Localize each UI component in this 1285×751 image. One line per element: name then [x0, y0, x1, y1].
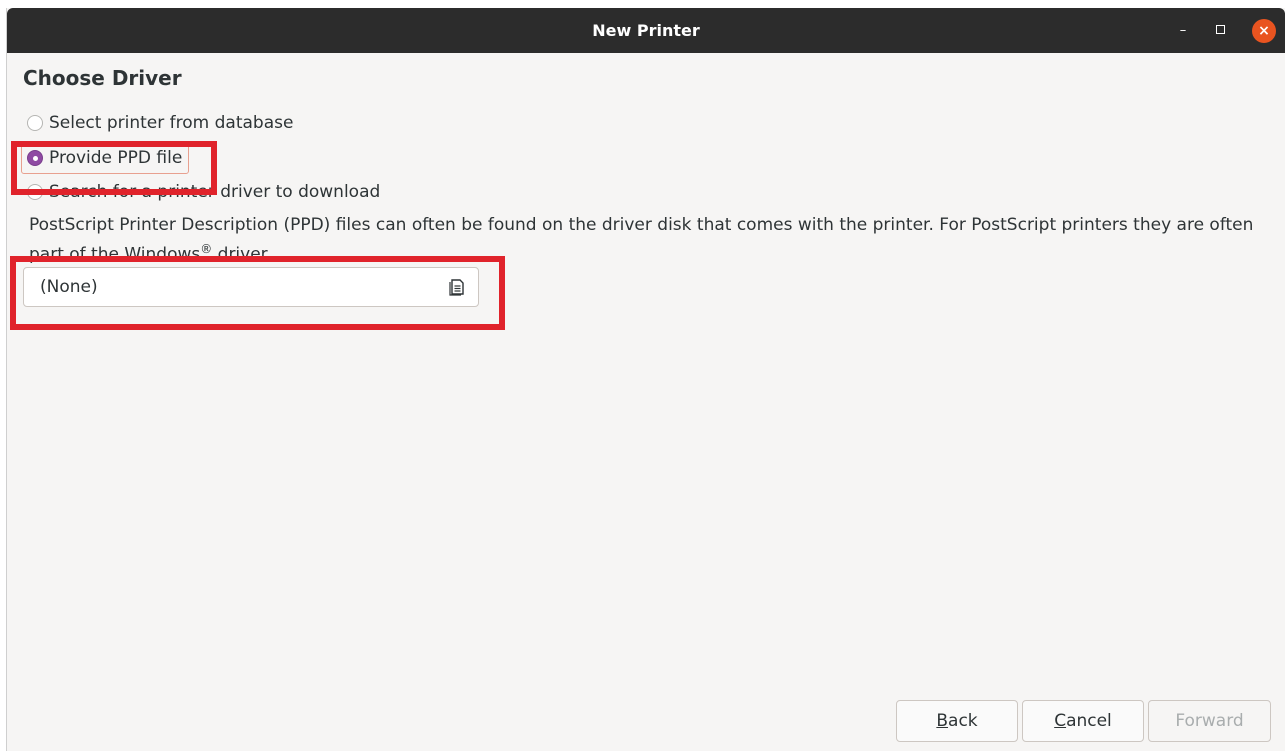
- new-printer-window: New Printer – × Choose Driver Select pri…: [6, 8, 1285, 751]
- back-label: ack: [948, 711, 978, 731]
- radio-checked-icon: [27, 150, 43, 166]
- document-icon: [449, 279, 464, 296]
- maximize-icon: [1215, 25, 1225, 34]
- window-title: New Printer: [592, 21, 700, 40]
- description-text-end: driver.: [212, 244, 272, 265]
- radio-provide-ppd-file[interactable]: Provide PPD file: [21, 142, 190, 174]
- back-mnemonic: B: [936, 711, 949, 731]
- radio-search-driver-download[interactable]: Search for a printer driver to download: [27, 180, 380, 204]
- close-button[interactable]: ×: [1252, 19, 1276, 43]
- radio-unchecked-icon: [27, 184, 43, 200]
- ppd-description: PostScript Printer Description (PPD) fil…: [29, 213, 1274, 267]
- cancel-mnemonic: C: [1054, 711, 1067, 731]
- forward-button[interactable]: Forward: [1148, 700, 1271, 742]
- radio-label: Select printer from database: [49, 113, 294, 133]
- radio-label: Provide PPD file: [49, 148, 183, 168]
- maximize-button[interactable]: [1208, 19, 1232, 43]
- cancel-button[interactable]: Cancel: [1022, 700, 1144, 742]
- cancel-label: ancel: [1066, 711, 1112, 731]
- close-icon: ×: [1258, 23, 1270, 39]
- page-title: Choose Driver: [23, 66, 182, 90]
- title-bar[interactable]: New Printer – ×: [7, 8, 1285, 53]
- forward-label: Forward: [1175, 711, 1244, 731]
- file-chooser-value: (None): [40, 277, 98, 297]
- back-button[interactable]: Back: [896, 700, 1018, 742]
- minimize-button[interactable]: –: [1171, 19, 1195, 43]
- radio-select-from-database[interactable]: Select printer from database: [27, 111, 293, 135]
- minimize-icon: –: [1179, 23, 1187, 38]
- registered-mark: ®: [200, 242, 213, 256]
- radio-label: Search for a printer driver to download: [49, 182, 381, 202]
- radio-unchecked-icon: [27, 115, 43, 131]
- ppd-file-chooser-button[interactable]: (None): [23, 267, 479, 307]
